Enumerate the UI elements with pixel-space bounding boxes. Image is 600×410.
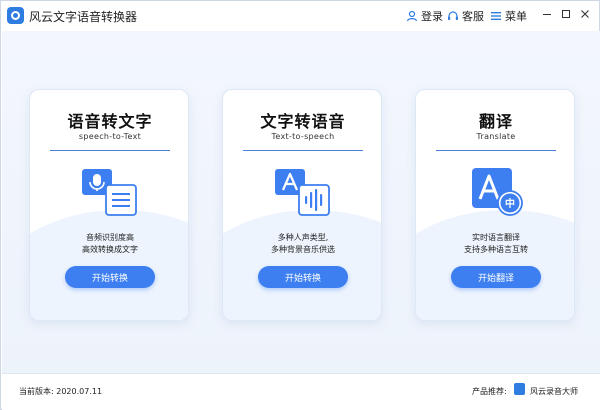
title-bar: 风云文字语音转换器 登录 客服 菜单: [1, 1, 599, 31]
card-translate: 翻译 Translate 中 实时语言翻译 支持多种语言互转 开始翻译: [415, 89, 575, 321]
card-text-to-speech: 文字转语音 Text-to-speech 多种人声类型, 多种背景音乐供选 开始…: [222, 89, 382, 321]
close-icon: [581, 10, 589, 18]
card-divider: [243, 150, 363, 151]
card-divider: [436, 150, 556, 151]
card-desc-line: 支持多种语言互转: [464, 245, 528, 254]
card-description: 多种人声类型, 多种背景音乐供选: [223, 232, 381, 256]
start-convert-text-button[interactable]: 开始转换: [258, 266, 348, 288]
card-title: 翻译: [478, 112, 513, 131]
card-subtitle: speech-to-Text: [78, 132, 142, 141]
start-convert-speech-button[interactable]: 开始转换: [65, 266, 155, 288]
card-desc-line: 实时语言翻译: [472, 233, 520, 242]
card-divider: [50, 150, 170, 151]
translate-icon: 中: [472, 168, 523, 216]
user-icon: [406, 10, 418, 22]
card-subtitle: Text-to-speech: [271, 132, 335, 141]
menu-label: 菜单: [505, 10, 527, 23]
start-translate-button[interactable]: 开始翻译: [451, 266, 541, 288]
app-window: 风云文字语音转换器 登录 客服 菜单 语音转文字 speech-to-Text …: [0, 0, 600, 410]
minimize-button[interactable]: [540, 7, 554, 21]
recorder-app-icon[interactable]: [514, 383, 525, 395]
app-title: 风云文字语音转换器: [29, 10, 138, 24]
version-text: 当前版本: 2020.07.11: [19, 387, 103, 396]
card-subtitle: Translate: [476, 132, 516, 141]
maximize-button[interactable]: [559, 7, 573, 21]
app-logo-icon: [7, 7, 24, 24]
service-label: 客服: [462, 10, 484, 23]
menu-button[interactable]: 菜单: [490, 8, 527, 24]
card-title: 文字转语音: [260, 112, 346, 131]
menu-icon: [491, 12, 501, 20]
minimize-icon: [543, 14, 551, 15]
card-speech-to-text: 语音转文字 speech-to-Text 音频识别度高 高效转换成文字 开始转换: [29, 89, 189, 321]
card-desc-line: 多种背景音乐供选: [271, 245, 335, 254]
card-desc-line: 音频识别度高: [86, 233, 134, 242]
login-label: 登录: [421, 10, 443, 23]
close-button[interactable]: [578, 7, 592, 21]
recommended-product-link[interactable]: 风云录音大师: [530, 386, 578, 397]
microphone-document-icon: [82, 169, 137, 216]
status-bar: 当前版本: 2020.07.11 产品推荐: 风云录音大师: [2, 373, 600, 410]
card-desc-line: 高效转换成文字: [82, 245, 138, 254]
login-button[interactable]: 登录: [406, 8, 443, 24]
headset-icon: [448, 11, 458, 20]
main-content: 语音转文字 speech-to-Text 音频识别度高 高效转换成文字 开始转换…: [2, 31, 600, 373]
recommend-label: 产品推荐:: [472, 387, 507, 396]
card-desc-line: 多种人声类型,: [277, 233, 329, 242]
customer-service-button[interactable]: 客服: [447, 8, 484, 24]
svg-text:中: 中: [505, 197, 515, 210]
card-description: 实时语言翻译 支持多种语言互转: [416, 232, 574, 256]
maximize-icon: [562, 10, 570, 18]
text-audio-wave-icon: [275, 169, 330, 216]
card-title: 语音转文字: [67, 112, 153, 131]
card-description: 音频识别度高 高效转换成文字: [30, 232, 188, 256]
